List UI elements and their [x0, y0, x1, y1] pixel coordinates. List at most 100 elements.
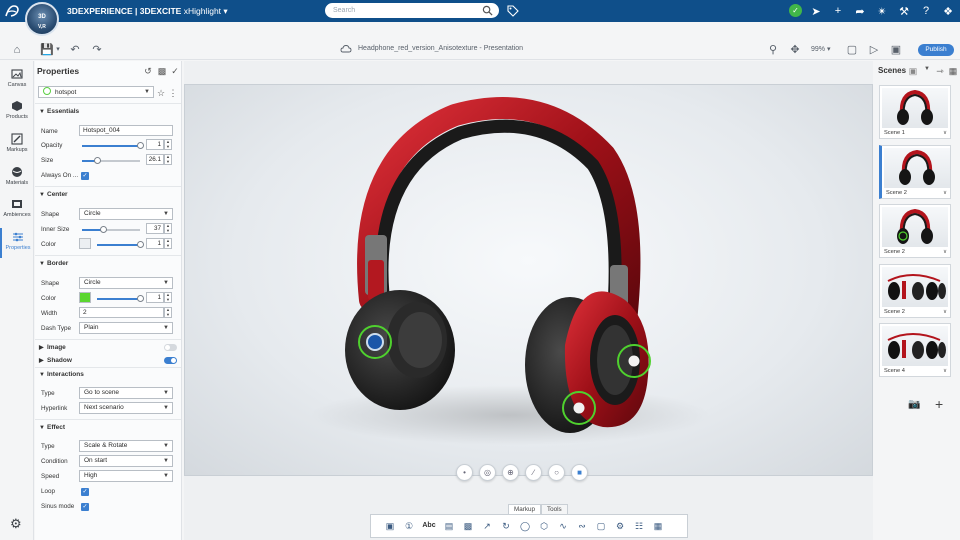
section-border[interactable]: ▼ Border	[39, 260, 68, 267]
object-select[interactable]: hotspot ▼	[38, 86, 154, 98]
circle-icon[interactable]: ○	[548, 464, 565, 481]
zoom-search-icon[interactable]: ⚲	[766, 43, 780, 57]
rail-item-ambiences[interactable]: Ambiences	[0, 195, 34, 225]
grid-view-icon[interactable]: ▦	[948, 66, 958, 76]
number-icon[interactable]: ①	[402, 519, 416, 533]
border-shape-select[interactable]: Circle ▼	[79, 277, 173, 289]
search-icon[interactable]	[482, 5, 493, 16]
opacity-input[interactable]: 1	[146, 139, 164, 150]
grid-icon[interactable]: ▦	[651, 519, 665, 533]
home-icon[interactable]: ⌂	[10, 43, 24, 57]
center-color-input[interactable]: 1	[146, 238, 164, 249]
always-on-checkbox[interactable]: ✓	[81, 172, 89, 180]
chevron-down-icon[interactable]: ∨	[943, 368, 947, 374]
filter-icon[interactable]: ⇾	[935, 66, 945, 76]
text-tool[interactable]: Abc	[421, 519, 437, 533]
scene-card[interactable]: Scene 2 ∨	[879, 144, 951, 199]
center-color-stepper[interactable]: ▲ ▼	[164, 238, 172, 249]
condition-select[interactable]: On start ▼	[79, 455, 173, 467]
network-icon[interactable]: ✴	[874, 3, 890, 19]
rail-item-materials[interactable]: Materials	[0, 163, 34, 193]
cube-icon[interactable]: ■	[571, 464, 588, 481]
scene-card[interactable]: Scene 2 ∨	[879, 263, 951, 318]
scene-image-icon[interactable]: ▣	[908, 66, 918, 76]
zoom-level[interactable]: 99% ▾	[811, 45, 830, 53]
image-icon[interactable]: ▤	[442, 519, 456, 533]
measure-icon[interactable]: ∕	[525, 464, 542, 481]
name-field[interactable]: Hotspot_004	[79, 125, 173, 136]
speed-select[interactable]: High ▼	[79, 470, 173, 482]
rail-item-properties[interactable]: Properties	[0, 228, 34, 258]
border-width-stepper[interactable]: ▲ ▼	[164, 307, 172, 318]
help-icon[interactable]: ?	[918, 3, 934, 19]
tools-icon[interactable]: ⚒	[896, 3, 912, 19]
compass-tag-icon[interactable]: ➤	[808, 3, 824, 19]
rail-item-canvas[interactable]: Canvas	[0, 65, 34, 95]
sinus-mode-checkbox[interactable]: ✓	[81, 503, 89, 511]
comment-icon[interactable]: ▣	[383, 519, 397, 533]
opacity-slider[interactable]	[82, 142, 144, 149]
section-interactions[interactable]: ▼ Interactions	[39, 371, 84, 378]
border-color-slider[interactable]	[97, 295, 144, 302]
size-stepper[interactable]: ▲ ▼	[164, 154, 172, 165]
search-input[interactable]: Search	[325, 3, 499, 18]
fit-view-icon[interactable]: ✥	[788, 43, 802, 57]
share-icon[interactable]: ➦	[852, 3, 868, 19]
collapse-icon[interactable]: ❖	[940, 3, 956, 19]
arrow-icon[interactable]: ↗	[480, 519, 494, 533]
reset-icon[interactable]: ↺	[143, 66, 153, 76]
user-avatar-icon[interactable]: ✓	[789, 4, 802, 17]
scene-card[interactable]: Scene 2 ∨	[879, 204, 951, 258]
rail-item-markups[interactable]: Markups	[0, 130, 34, 160]
box-icon[interactable]: ▢	[594, 519, 608, 533]
video-icon[interactable]: ▩	[461, 519, 475, 533]
scene-card[interactable]: Scene 1 ∨	[879, 85, 951, 139]
save-preset-icon[interactable]: ▩	[157, 66, 167, 76]
polyline-icon[interactable]: ∿	[556, 519, 570, 533]
size-slider[interactable]	[82, 157, 140, 164]
chevron-down-icon[interactable]: ∨	[943, 309, 947, 315]
border-color-input[interactable]: 1	[146, 292, 164, 303]
inner-size-stepper[interactable]: ▲ ▼	[164, 223, 172, 234]
border-color-swatch[interactable]	[79, 292, 91, 303]
book-icon[interactable]: ☷	[632, 519, 646, 533]
brush-icon[interactable]: ✓	[170, 66, 180, 76]
inner-size-slider[interactable]	[82, 226, 140, 233]
section-effect[interactable]: ▼ Effect	[39, 424, 65, 431]
dash-type-select[interactable]: Plain ▼	[79, 322, 173, 334]
redo-icon[interactable]: ↷	[90, 43, 104, 57]
more-icon[interactable]: ⋮	[168, 88, 178, 98]
curve-icon[interactable]: ∾	[575, 519, 589, 533]
rotate-icon[interactable]: ↻	[499, 519, 513, 533]
circle-icon[interactable]: ◯	[518, 519, 532, 533]
interaction-type-select[interactable]: Go to scene ▼	[79, 387, 173, 399]
play-icon[interactable]: ▷	[867, 43, 881, 57]
shadow-toggle[interactable]	[164, 357, 177, 364]
hotspot-right-bottom[interactable]	[562, 391, 596, 425]
section-center[interactable]: ▼ Center	[39, 191, 68, 198]
section-essentials[interactable]: ▼ Essentials	[39, 108, 79, 115]
publish-button[interactable]: Publish	[918, 44, 954, 56]
point-icon[interactable]: •	[456, 464, 473, 481]
add-scene-button[interactable]: +	[935, 396, 943, 412]
loop-checkbox[interactable]: ✓	[81, 488, 89, 496]
image-icon[interactable]: ▣	[889, 43, 903, 57]
border-width-input[interactable]: 2	[79, 307, 164, 318]
chevron-down-icon[interactable]: ∨	[943, 130, 947, 136]
star-icon[interactable]: ☆	[156, 88, 166, 98]
target-icon[interactable]: ◎	[479, 464, 496, 481]
camera-icon[interactable]: 📷	[908, 399, 922, 411]
save-icon[interactable]: 💾	[40, 43, 54, 57]
settings-3d-icon[interactable]: ⚙	[613, 519, 627, 533]
compass-icon[interactable]: 3D V,R	[25, 2, 59, 36]
chevron-down-icon[interactable]: ∨	[943, 190, 947, 196]
3d-viewport[interactable]	[184, 84, 873, 476]
hyperlink-select[interactable]: Next scenario ▼	[79, 402, 173, 414]
center-color-slider[interactable]	[97, 241, 144, 248]
scene-card[interactable]: Scene 4 ∨	[879, 323, 951, 377]
center-shape-select[interactable]: Circle ▼	[79, 208, 173, 220]
chevron-down-icon[interactable]: ∨	[943, 249, 947, 255]
section-shadow[interactable]: ▶ Shadow	[39, 357, 72, 364]
3d-view-icon[interactable]: ▢	[845, 43, 859, 57]
dassault-logo-icon[interactable]	[4, 3, 20, 19]
